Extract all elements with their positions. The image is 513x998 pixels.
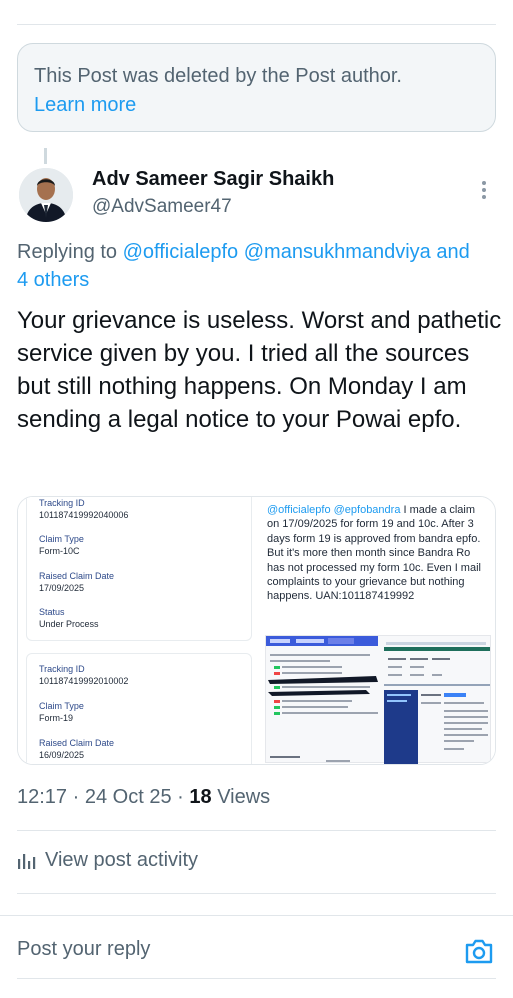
author-name[interactable]: Adv Sameer Sagir Shaikh <box>92 168 334 191</box>
claim-card-2: Tracking ID 101187419992010002 Claim Typ… <box>26 653 252 764</box>
divider <box>17 893 496 894</box>
bar-chart-icon <box>18 853 36 869</box>
deleted-post-notice: This Post was deleted by the Post author… <box>17 43 496 132</box>
tracking-id-label: Tracking ID <box>39 664 85 674</box>
author-handle[interactable]: @AdvSameer47 <box>92 196 232 218</box>
post-body: Your grievance is useless. Worst and pat… <box>17 307 502 433</box>
raised-date-value: 16/09/2025 <box>39 750 85 760</box>
mention-officialepfo[interactable]: @officialepfo <box>123 241 239 263</box>
raised-date-label: Raised Claim Date <box>39 738 115 748</box>
media-image-right[interactable]: @officialepfo @epfobandra I made a claim… <box>259 497 495 764</box>
post-date: 24 Oct 25 <box>84 786 172 808</box>
screenshot-tweet-text: @officialepfo @epfobandra I made a claim… <box>267 503 489 604</box>
claim-type-value: Form-10C <box>39 546 80 556</box>
embedded-screenshot <box>265 635 491 764</box>
deleted-notice-text: This Post was deleted by the Post author… <box>34 65 402 87</box>
thread-connector <box>44 148 47 164</box>
meta-dot: · <box>177 786 184 808</box>
top-divider <box>17 24 496 25</box>
views-count: 18 <box>189 786 212 808</box>
claim-card-1: Tracking ID 101187419992040006 Claim Typ… <box>26 497 252 641</box>
raised-date-value: 17/09/2025 <box>39 583 85 593</box>
reply-input[interactable]: Post your reply <box>17 938 150 961</box>
post-meta: 12:17 · 24 Oct 25 · 18 Views <box>17 786 270 809</box>
post-media[interactable]: Tracking ID 101187419992040006 Claim Typ… <box>17 496 496 765</box>
post-time: 12:17 <box>17 786 68 808</box>
divider <box>17 978 496 979</box>
replying-and[interactable]: and <box>436 241 469 263</box>
views-label: Views <box>217 786 271 808</box>
tracking-id-value: 101187419992010002 <box>39 676 129 686</box>
status-value: Under Process <box>39 619 99 629</box>
screenshot-mentions: @officialepfo @epfobandra <box>267 504 401 516</box>
camera-icon[interactable] <box>464 937 494 965</box>
claim-type-label: Claim Type <box>39 701 84 711</box>
learn-more-link[interactable]: Learn more <box>34 91 479 120</box>
status-label: Status <box>39 607 65 617</box>
activity-label: View post activity <box>45 849 199 871</box>
mention-mansukhmandviya[interactable]: @mansukhmandviya <box>244 241 431 263</box>
raised-date-label: Raised Claim Date <box>39 571 115 581</box>
replying-prefix: Replying to <box>17 241 118 263</box>
claim-type-label: Claim Type <box>39 534 84 544</box>
replying-others-link[interactable]: 4 others <box>17 266 89 294</box>
screenshot-body: I made a claim on 17/09/2025 for form 19… <box>267 504 481 603</box>
avatar[interactable] <box>19 168 73 222</box>
tracking-id-value: 101187419992040006 <box>39 510 129 520</box>
divider <box>0 915 513 916</box>
replying-to: Replying to @officialepfo @mansukhmandvi… <box>17 238 513 266</box>
divider <box>17 830 496 831</box>
media-image-left[interactable]: Tracking ID 101187419992040006 Claim Typ… <box>18 497 258 764</box>
tracking-id-label: Tracking ID <box>39 498 85 508</box>
claim-type-value: Form-19 <box>39 713 74 723</box>
view-post-activity-button[interactable]: View post activity <box>17 849 198 872</box>
meta-dot: · <box>72 786 80 808</box>
more-vertical-icon[interactable] <box>478 178 490 202</box>
